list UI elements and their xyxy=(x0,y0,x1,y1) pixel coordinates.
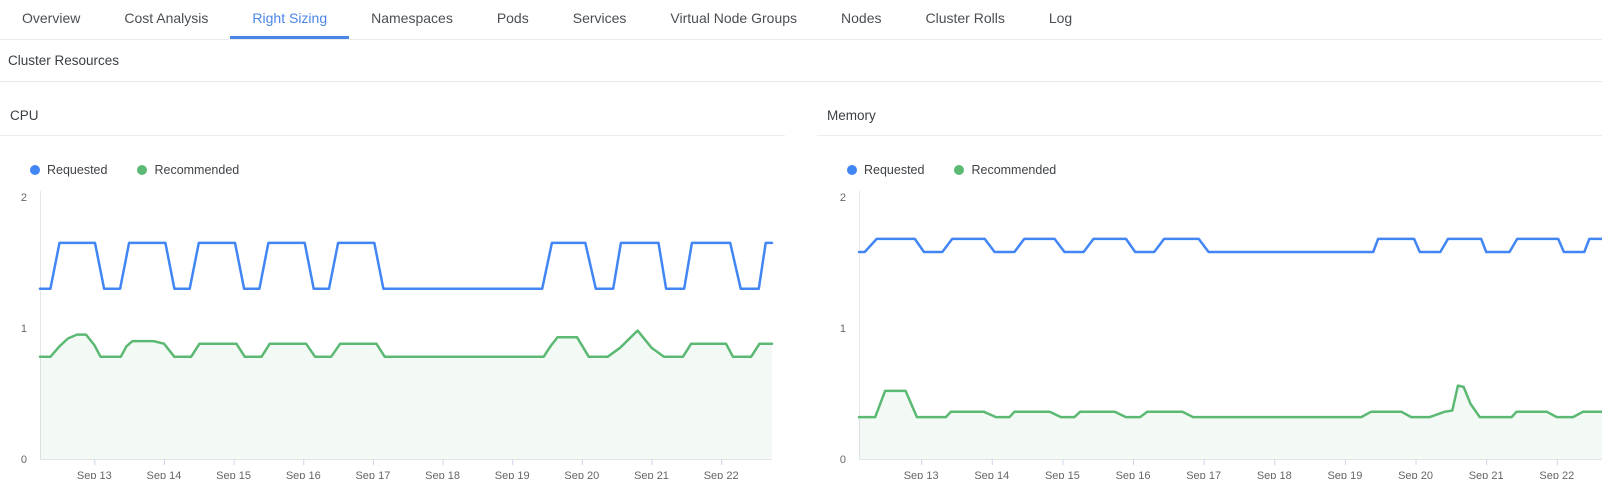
y-tick-label: 0 xyxy=(21,454,27,466)
legend-label: Recommended xyxy=(971,163,1056,177)
legend-item-requested[interactable]: Requested xyxy=(847,163,924,177)
cpu-chart: 0 1 2 Sep 13 Sep 14 Sep 15 Sep 16 Sep 17 Sep 18 S… xyxy=(0,184,785,479)
tab-nodes[interactable]: Nodes xyxy=(819,0,903,39)
legend-label: Requested xyxy=(864,163,924,177)
legend-dot-icon xyxy=(847,165,857,175)
tab-services[interactable]: Services xyxy=(551,0,649,39)
legend-label: Recommended xyxy=(154,163,239,177)
x-tick-label: Sep 22 xyxy=(704,470,739,479)
memory-chart: 0 1 2 Sep 13 Sep 14 Sep 15 Sep 16 Sep 17 Sep 18 S… xyxy=(817,184,1602,479)
series-requested-line xyxy=(859,239,1602,252)
x-tick-label: Sep 21 xyxy=(1469,470,1504,479)
chart-title: CPU xyxy=(0,108,785,136)
legend-dot-icon xyxy=(137,165,147,175)
chart-panel-cpu: CPU Requested Recommended 0 1 2 Sep 13 Sep 14… xyxy=(0,108,785,479)
tab-right-sizing[interactable]: Right Sizing xyxy=(230,0,349,39)
y-tick-label: 1 xyxy=(21,323,27,335)
x-tick-label: Sep 14 xyxy=(147,470,182,479)
x-tick-label: Sep 18 xyxy=(425,470,460,479)
y-tick-label: 2 xyxy=(21,192,27,204)
legend-dot-icon xyxy=(30,165,40,175)
section-title: Cluster Resources xyxy=(0,40,1602,82)
x-tick-label: Sep 19 xyxy=(495,470,530,479)
legend-label: Requested xyxy=(47,163,107,177)
tab-pods[interactable]: Pods xyxy=(475,0,551,39)
legend-item-recommended[interactable]: Recommended xyxy=(137,163,239,177)
tab-cost-analysis[interactable]: Cost Analysis xyxy=(102,0,230,39)
tab-overview[interactable]: Overview xyxy=(0,0,102,39)
memory-legend: Requested Recommended xyxy=(847,162,1602,178)
series-recommended-line xyxy=(859,386,1602,418)
x-tick-label: Sep 16 xyxy=(1116,470,1151,479)
series-recommended-area xyxy=(40,331,772,459)
x-tick-label: Sep 13 xyxy=(904,470,939,479)
y-tick-label: 2 xyxy=(840,192,846,204)
x-tick-label: Sep 15 xyxy=(1045,470,1080,479)
x-tick-label: Sep 19 xyxy=(1327,470,1362,479)
x-tick-label: Sep 15 xyxy=(216,470,251,479)
series-recommended-area xyxy=(859,386,1602,459)
legend-dot-icon xyxy=(954,165,964,175)
tab-log[interactable]: Log xyxy=(1027,0,1094,39)
tab-virtual-node-groups[interactable]: Virtual Node Groups xyxy=(648,0,819,39)
x-tick-label: Sep 17 xyxy=(1186,470,1221,479)
x-tick-label: Sep 17 xyxy=(355,470,390,479)
cpu-legend: Requested Recommended xyxy=(30,162,785,178)
tab-bar: OverviewCost AnalysisRight SizingNamespa… xyxy=(0,0,1602,40)
chart-title: Memory xyxy=(817,108,1602,136)
x-tick-label: Sep 20 xyxy=(564,470,599,479)
legend-item-recommended[interactable]: Recommended xyxy=(954,163,1056,177)
x-tick-label: Sep 14 xyxy=(974,470,1009,479)
x-tick-label: Sep 18 xyxy=(1257,470,1292,479)
y-tick-label: 0 xyxy=(840,454,846,466)
tab-namespaces[interactable]: Namespaces xyxy=(349,0,475,39)
legend-item-requested[interactable]: Requested xyxy=(30,163,107,177)
y-tick-label: 1 xyxy=(840,323,846,335)
tab-cluster-rolls[interactable]: Cluster Rolls xyxy=(903,0,1026,39)
x-tick-label: Sep 21 xyxy=(634,470,669,479)
x-tick-label: Sep 20 xyxy=(1398,470,1433,479)
charts-row: CPU Requested Recommended 0 1 2 Sep 13 Sep 14… xyxy=(0,108,1602,479)
x-tick-label: Sep 13 xyxy=(77,470,112,479)
x-tick-label: Sep 22 xyxy=(1539,470,1574,479)
series-requested-line xyxy=(40,243,772,289)
chart-panel-memory: Memory Requested Recommended 0 1 2 Sep 13 Sep… xyxy=(817,108,1602,479)
x-tick-label: Sep 16 xyxy=(286,470,321,479)
